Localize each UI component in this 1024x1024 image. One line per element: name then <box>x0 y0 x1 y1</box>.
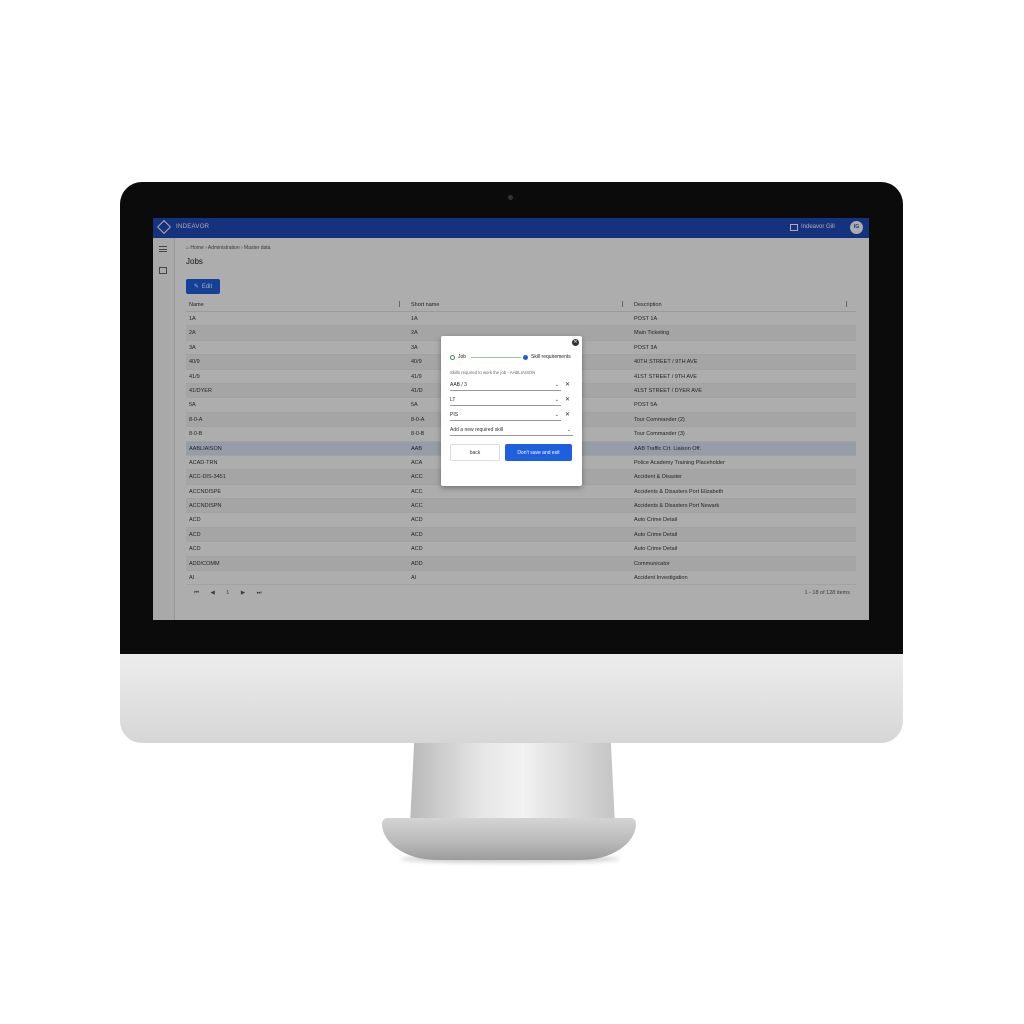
chevron-down-icon: ⌄ <box>566 427 571 433</box>
step-skill-requirements[interactable]: Skill requirements <box>523 354 571 360</box>
remove-icon[interactable]: ✕ <box>565 396 570 403</box>
chevron-down-icon: ⌄ <box>554 412 559 418</box>
step-complete-icon <box>450 354 455 360</box>
back-button[interactable]: back <box>450 444 500 461</box>
close-icon[interactable]: ✕ <box>572 339 579 346</box>
chevron-down-icon: ⌄ <box>554 382 559 388</box>
add-skill-select[interactable]: Add a new required skill ⌄ <box>450 425 573 436</box>
monitor-chin <box>120 654 903 743</box>
skill-requirements-dialog: ✕ Job Skill requirements Skills required… <box>441 336 582 486</box>
skill-select[interactable]: AAB / 3 ⌄ <box>450 380 561 391</box>
skill-row: AAB / 3 ⌄ ✕ <box>450 380 572 391</box>
dont-save-exit-button[interactable]: Don't save and exit <box>505 444 572 461</box>
skill-select[interactable]: PIS ⌄ <box>450 410 561 421</box>
remove-icon[interactable]: ✕ <box>565 411 570 418</box>
skill-select-value: LT <box>450 397 456 403</box>
monitor-stand-neck <box>410 743 615 825</box>
skill-select-value: PIS <box>450 412 459 418</box>
app-screen: INDEAVOR Indeavor Gill IG ⌂ Home › Admin… <box>153 218 869 620</box>
remove-icon[interactable]: ✕ <box>565 381 570 388</box>
monitor-stand-base <box>382 818 636 860</box>
camera-icon <box>508 195 513 200</box>
skill-row: PIS ⌄ ✕ <box>450 410 572 421</box>
skill-row: LT ⌄ ✕ <box>450 395 572 406</box>
skill-select-value: AAB / 3 <box>450 382 467 388</box>
step-active-icon <box>523 354 528 360</box>
chevron-down-icon: ⌄ <box>554 397 559 403</box>
add-skill-placeholder: Add a new required skill <box>450 427 504 433</box>
skill-select[interactable]: LT ⌄ <box>450 395 561 406</box>
stepper-line <box>471 356 521 358</box>
step-skills-label: Skill requirements <box>531 354 571 360</box>
step-job-label: Job <box>458 354 467 360</box>
step-job[interactable]: Job <box>450 354 466 360</box>
dialog-subtitle: Skills required to work the job - AABLIA… <box>450 370 536 375</box>
